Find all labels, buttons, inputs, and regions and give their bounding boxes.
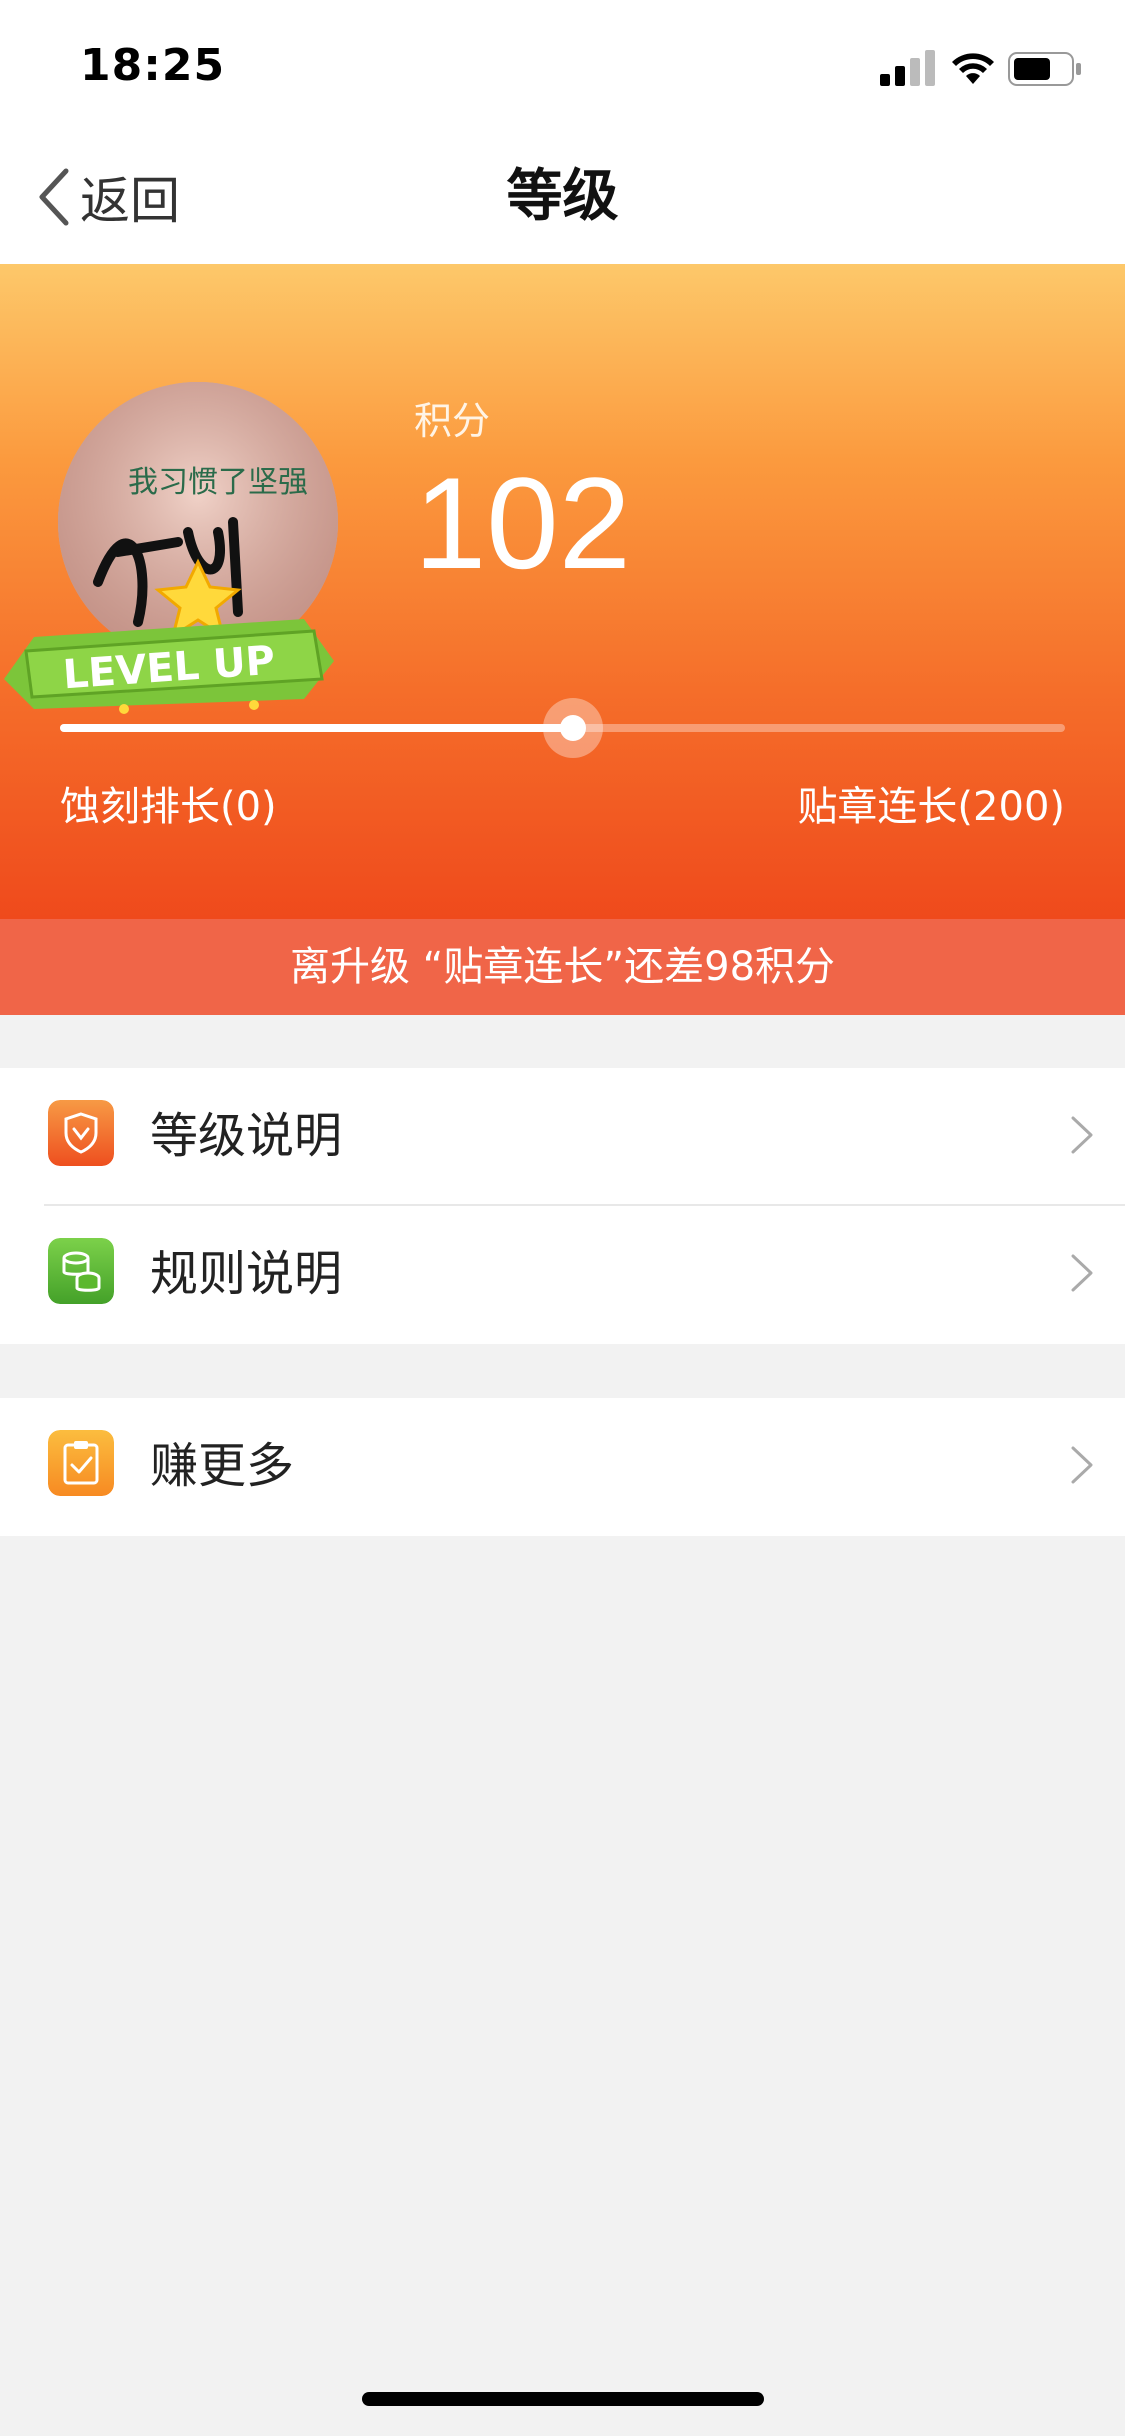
menu-item-level-description[interactable]: 等级说明 bbox=[0, 1068, 1125, 1206]
coins-icon bbox=[48, 1238, 114, 1304]
level-progress-fill bbox=[60, 724, 573, 732]
chevron-right-icon bbox=[1071, 1254, 1093, 1292]
points-value: 102 bbox=[414, 450, 631, 596]
chevron-right-icon bbox=[1071, 1116, 1093, 1154]
chevron-right-icon bbox=[1071, 1446, 1093, 1484]
menu-group-info: 等级说明 规则说明 bbox=[0, 1068, 1125, 1344]
menu-label: 等级说明 bbox=[150, 1108, 343, 1164]
points-label: 积分 bbox=[414, 399, 491, 443]
battery-icon bbox=[1008, 52, 1081, 86]
menu-item-rule-description[interactable]: 规则说明 bbox=[0, 1206, 1125, 1344]
navigation-bar: 返回 等级 bbox=[0, 132, 1125, 264]
upgrade-hint-banner: 离升级 “贴章连长”还差98积分 bbox=[0, 919, 1125, 1015]
cellular-signal-icon bbox=[880, 50, 935, 86]
home-indicator bbox=[362, 2392, 764, 2406]
menu-label: 赚更多 bbox=[150, 1438, 295, 1494]
level-header: 我习惯了坚强 LEVEL UP 积分 102 蚀刻排长(0) 贴章连长(200) bbox=[0, 264, 1125, 919]
shield-icon bbox=[48, 1100, 114, 1166]
page-title: 等级 bbox=[506, 164, 619, 229]
clipboard-check-icon bbox=[48, 1430, 114, 1496]
menu-label: 规则说明 bbox=[150, 1246, 343, 1302]
avatar-handwriting: 我习惯了坚强 bbox=[128, 465, 308, 500]
current-level-label: 蚀刻排长(0) bbox=[60, 784, 277, 830]
status-bar: 18:25 bbox=[0, 0, 1125, 132]
level-up-badge: LEVEL UP bbox=[4, 619, 334, 714]
next-level-label: 贴章连长(200) bbox=[797, 784, 1065, 830]
wifi-icon bbox=[952, 53, 994, 84]
level-progress-knob bbox=[542, 698, 603, 758]
menu-item-earn-more[interactable]: 赚更多 bbox=[0, 1398, 1125, 1536]
status-time: 18:25 bbox=[80, 40, 226, 91]
level-progress-track bbox=[60, 698, 1065, 758]
level-page: 18:25 返回 等级 我习惯了坚强 LEVEL UP 积分 102 蚀刻排长(… bbox=[0, 0, 1125, 2436]
menu-group-earn: 赚更多 bbox=[0, 1398, 1125, 1536]
